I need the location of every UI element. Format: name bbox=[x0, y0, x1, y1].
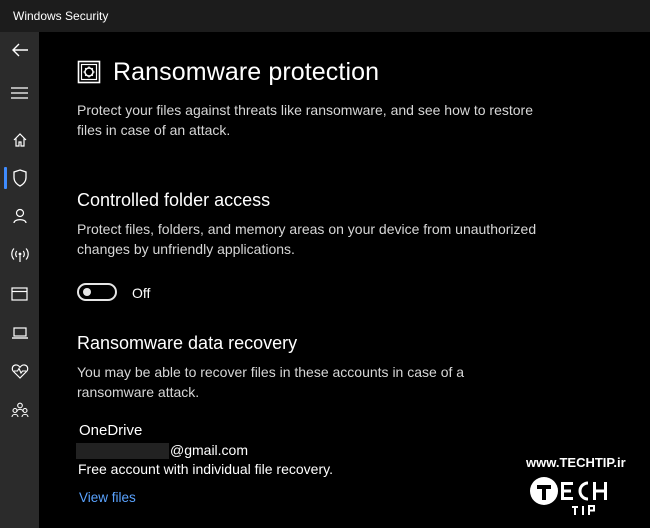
sidebar-item-app-browser[interactable] bbox=[0, 276, 39, 312]
app-browser-icon bbox=[11, 287, 28, 301]
hamburger-menu-icon bbox=[11, 87, 28, 99]
page-header: Ransomware protection bbox=[77, 54, 379, 90]
family-icon bbox=[10, 402, 29, 418]
sidebar-item-device-health[interactable] bbox=[0, 353, 39, 389]
laptop-icon bbox=[11, 327, 28, 339]
menu-button[interactable] bbox=[0, 75, 39, 111]
sidebar bbox=[0, 32, 39, 528]
person-icon bbox=[12, 208, 27, 224]
account-note: Free account with individual file recove… bbox=[78, 461, 333, 477]
controlled-folder-access-heading: Controlled folder access bbox=[77, 190, 271, 210]
main-content: Ransomware protection Protect your files… bbox=[39, 32, 650, 528]
controlled-folder-access-toggle[interactable] bbox=[77, 283, 117, 301]
page-description: Protect your files against threats like … bbox=[77, 102, 533, 138]
redacted-email-block bbox=[76, 443, 169, 459]
sidebar-item-device-security[interactable] bbox=[0, 315, 39, 351]
toggle-knob bbox=[83, 288, 91, 296]
sidebar-item-virus-protection[interactable] bbox=[0, 160, 39, 196]
shield-icon bbox=[12, 169, 27, 187]
account-name: OneDrive bbox=[79, 422, 143, 439]
sidebar-item-network[interactable] bbox=[0, 237, 39, 273]
wireless-icon bbox=[10, 248, 29, 262]
back-arrow-icon bbox=[11, 43, 28, 57]
ransomware-protection-icon bbox=[77, 60, 101, 84]
account-email: @gmail.com bbox=[170, 442, 249, 458]
title-bar: Windows Security bbox=[0, 0, 650, 32]
back-button[interactable] bbox=[0, 32, 39, 68]
sidebar-item-home[interactable] bbox=[0, 122, 39, 158]
page-title: Ransomware protection bbox=[113, 57, 380, 86]
view-files-link[interactable]: View files bbox=[79, 490, 136, 505]
data-recovery-heading: Ransomware data recovery bbox=[77, 333, 298, 353]
data-recovery-description: You may be able to recover files in thes… bbox=[77, 364, 465, 400]
windows-security-window: Windows Security Ransomware protection P… bbox=[0, 0, 650, 528]
controlled-folder-access-description: Protect files, folders, and memory areas… bbox=[77, 221, 537, 257]
heart-pulse-icon bbox=[11, 364, 28, 379]
techtip-logo bbox=[530, 477, 607, 515]
sidebar-item-family-options[interactable] bbox=[0, 392, 39, 428]
home-icon bbox=[13, 133, 26, 147]
toggle-state-label: Off bbox=[132, 285, 151, 301]
window-title: Windows Security bbox=[13, 9, 109, 23]
watermark-url: www.TECHTIP.ir bbox=[526, 455, 626, 470]
sidebar-item-account[interactable] bbox=[0, 198, 39, 234]
